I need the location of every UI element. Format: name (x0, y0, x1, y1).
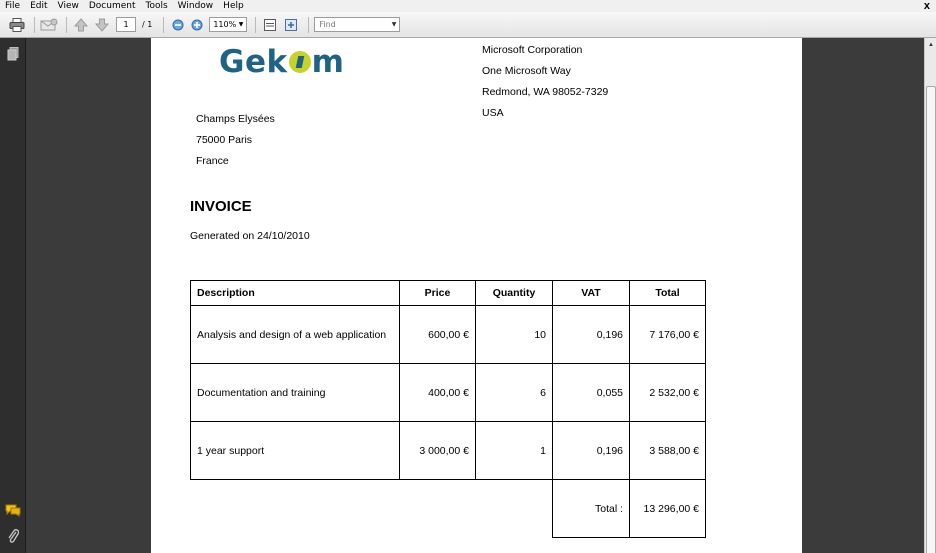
empty-cell (191, 480, 400, 538)
email-icon[interactable] (40, 16, 58, 34)
address-line: 75000 Paris (196, 134, 253, 146)
logo-o-mark (288, 51, 311, 73)
menu-file[interactable]: File (0, 0, 25, 12)
pages-icon[interactable] (5, 46, 21, 62)
comments-icon[interactable] (5, 502, 21, 518)
table-cell: 10 (475, 305, 553, 364)
table-cell: 0,055 (552, 363, 630, 422)
column-header: Total (629, 280, 706, 306)
toolbar-separator (34, 16, 35, 33)
column-header: VAT (552, 280, 630, 306)
zoom-value: 110% (213, 20, 237, 29)
table-row: Documentation and training 400,00 € 6 0,… (190, 363, 706, 422)
menu-document[interactable]: Document (84, 0, 141, 12)
grand-total-label: Total : (552, 479, 630, 538)
column-header: Description (190, 280, 400, 306)
company-logo: Gek m (219, 44, 344, 80)
printer-icon[interactable] (8, 16, 26, 34)
table-row: Analysis and design of a web application… (190, 305, 706, 364)
address-line: Microsoft Corporation (482, 44, 583, 56)
table-cell: 400,00 € (399, 363, 476, 422)
table-cell: 6 (475, 363, 553, 422)
toolbar-separator (66, 16, 67, 33)
sender-address: Champs Elysées 75000 Paris France (196, 109, 275, 172)
address-line: One Microsoft Way (482, 65, 571, 77)
grand-total-value: 13 296,00 € (629, 479, 706, 538)
table-cell: 1 year support (190, 421, 400, 480)
empty-cell (476, 480, 553, 538)
document-viewport[interactable]: Gek m Microsoft Corporation One Microsoft… (27, 38, 924, 553)
arrow-up-icon[interactable] (72, 16, 90, 34)
chevron-down-icon: ▼ (238, 21, 244, 28)
table-cell: 7 176,00 € (629, 305, 706, 364)
toolbar-separator (308, 16, 310, 33)
chevron-down-icon: ▼ (391, 21, 397, 28)
close-document-button[interactable]: x (924, 0, 930, 12)
page-number-input[interactable]: 1 (116, 17, 136, 32)
column-header: Price (399, 280, 476, 306)
menu-view[interactable]: View (53, 0, 84, 12)
page-total-label: / 1 (142, 20, 153, 29)
generated-date: Generated on 24/10/2010 (190, 230, 310, 242)
table-cell: 1 (475, 421, 553, 480)
menu-help[interactable]: Help (218, 0, 249, 12)
table-cell: 3 000,00 € (399, 421, 476, 480)
table-cell: 0,196 (552, 421, 630, 480)
table-cell: Analysis and design of a web application (190, 305, 400, 364)
column-header: Quantity (475, 280, 553, 306)
table-row: 1 year support 3 000,00 € 1 0,196 3 588,… (190, 421, 706, 480)
address-line: Champs Elysées (196, 113, 275, 125)
scroll-up-icon[interactable]: ▲ (926, 40, 936, 50)
paperclip-icon[interactable] (5, 528, 21, 544)
invoice-title: INVOICE (190, 198, 252, 215)
menu-tools[interactable]: Tools (141, 0, 173, 12)
toolbar-separator (163, 16, 165, 33)
arrow-down-icon[interactable] (93, 16, 111, 34)
invoice-table: Description Price Quantity VAT Total Ana… (190, 280, 706, 538)
table-header-row: Description Price Quantity VAT Total (190, 280, 706, 306)
zoom-select[interactable]: 110% ▼ (209, 17, 248, 32)
logo-text-left: Gek (219, 44, 288, 80)
document-page: Gek m Microsoft Corporation One Microsoft… (151, 38, 802, 553)
address-line: France (196, 155, 229, 167)
table-cell: 600,00 € (399, 305, 476, 364)
logo-text-right: m (311, 44, 345, 80)
fit-width-icon[interactable] (261, 16, 279, 34)
grand-total-row: Total : 13 296,00 € (191, 479, 706, 538)
table-cell: 0,196 (552, 305, 630, 364)
find-input[interactable]: Find ▼ (314, 17, 401, 32)
toolbar-separator (255, 16, 257, 33)
table-cell: Documentation and training (190, 363, 400, 422)
table-cell: 2 532,00 € (629, 363, 706, 422)
scrollbar-thumb[interactable] (926, 86, 936, 553)
address-line: USA (482, 107, 504, 119)
empty-cell (400, 480, 476, 538)
menu-edit[interactable]: Edit (25, 0, 52, 12)
table-cell: 3 588,00 € (629, 421, 706, 480)
fit-page-icon[interactable] (282, 16, 300, 34)
toolbar: 1 / 1 110% ▼ Find ▼ (0, 12, 936, 38)
address-line: Redmond, WA 98052-7329 (482, 86, 609, 98)
zoom-in-icon[interactable] (188, 16, 206, 34)
menu-window[interactable]: Window (173, 0, 219, 12)
find-placeholder: Find (319, 20, 336, 29)
menu-bar: File Edit View Document Tools Window Hel… (0, 0, 936, 12)
zoom-out-icon[interactable] (169, 16, 187, 34)
navigation-panel (0, 38, 26, 553)
recipient-address: Microsoft Corporation One Microsoft Way … (482, 40, 608, 124)
vertical-scrollbar[interactable]: ▲ (924, 38, 936, 553)
